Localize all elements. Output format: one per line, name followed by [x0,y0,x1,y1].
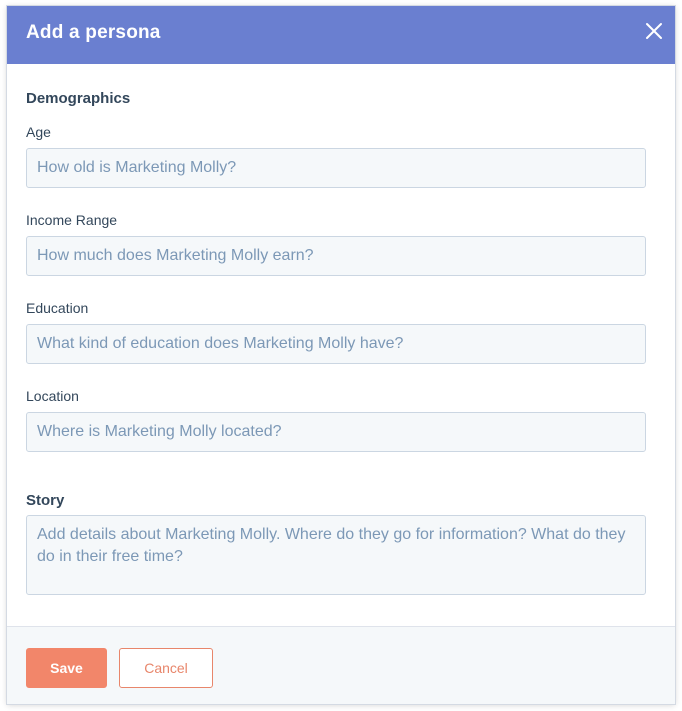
add-persona-modal: Add a persona Demographics Age Income Ra… [7,6,675,704]
location-input[interactable] [26,412,646,452]
story-heading: Story [26,492,65,509]
save-button[interactable]: Save [26,648,107,688]
close-icon [646,23,662,39]
demographics-heading: Demographics [26,90,131,107]
close-button[interactable] [639,16,669,46]
income-range-label: Income Range [26,212,118,228]
story-textarea[interactable] [26,515,646,595]
income-range-input[interactable] [26,236,646,276]
education-input[interactable] [26,324,646,364]
education-label: Education [26,300,89,316]
location-label: Location [26,388,79,404]
cancel-button[interactable]: Cancel [119,648,213,688]
modal-header: Add a persona [7,6,675,64]
age-input[interactable] [26,148,646,188]
age-label: Age [26,124,51,140]
modal-title: Add a persona [26,22,161,43]
modal-footer: Save Cancel [7,626,675,704]
